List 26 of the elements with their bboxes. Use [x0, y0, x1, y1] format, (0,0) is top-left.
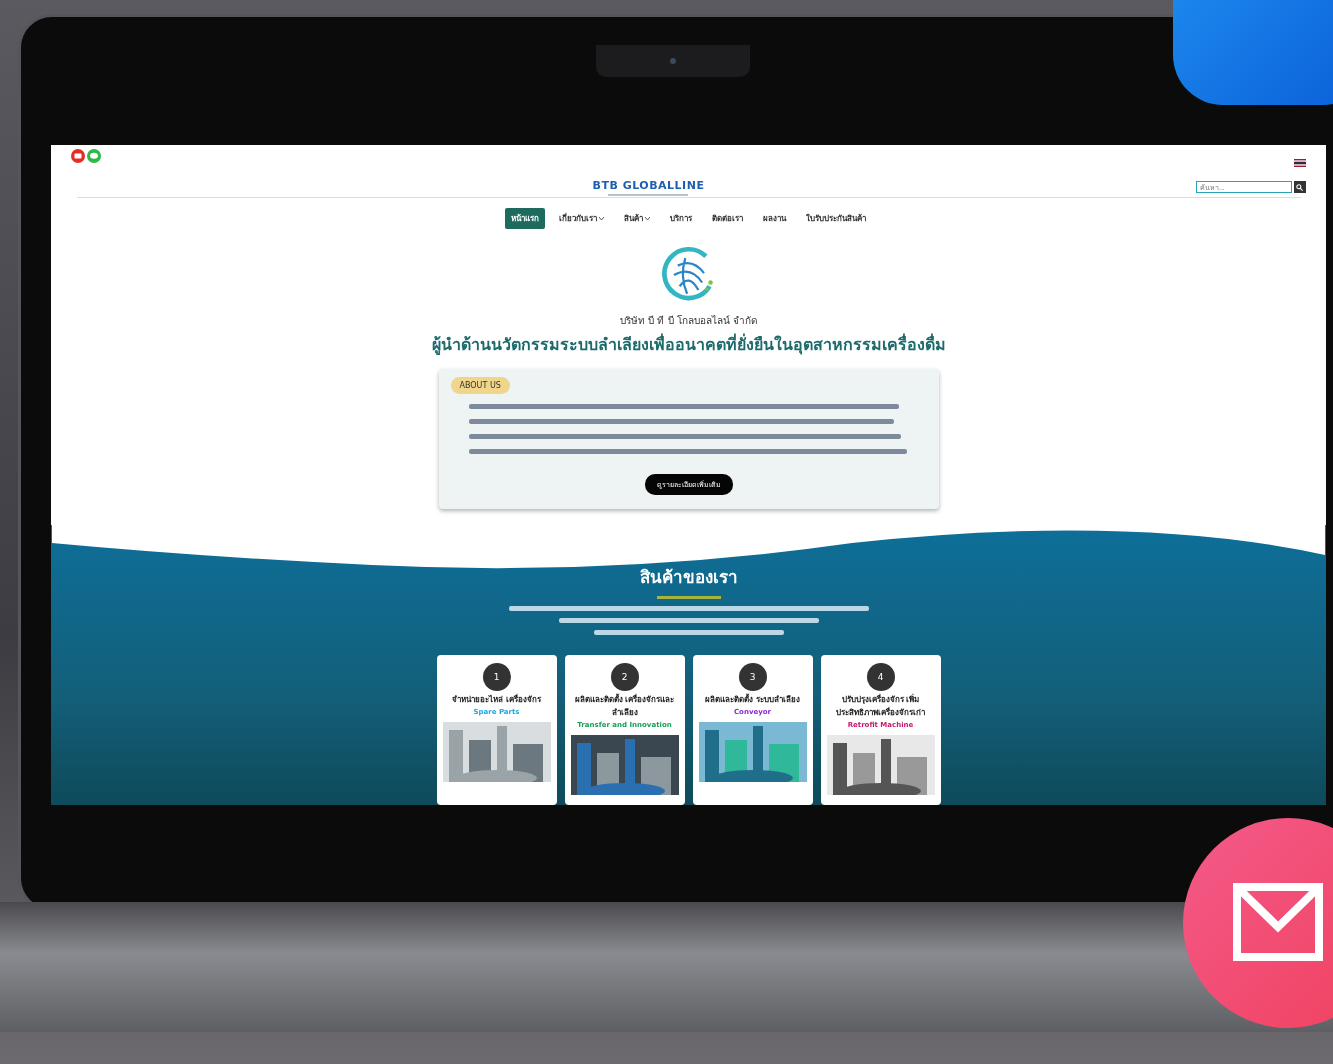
step-number: 1 [482, 663, 511, 691]
about-badge: ABOUT US [450, 377, 510, 394]
step-number: 3 [738, 663, 767, 691]
product-title: ผลิตและติดตั้ง ระบบลำเลียง [705, 693, 800, 706]
nav-link[interactable]: บริการ [664, 208, 698, 229]
nav-link[interactable]: สินค้า [618, 208, 656, 229]
site-logo[interactable]: BTB GLOBALLINE [592, 179, 705, 192]
flag-icon[interactable] [1294, 159, 1306, 167]
nav-link[interactable]: ติดต่อเรา [706, 208, 749, 229]
product-title: ปรับปรุงเครื่องจักร เพิ่มประสิทธิภาพเครื่องจักรเก่า [835, 693, 926, 719]
nav-link[interactable]: ใบรับประกันสินค้า [800, 208, 872, 229]
nav-link[interactable]: เกี่ยวกับเรา [553, 208, 610, 229]
chat-icon [87, 149, 101, 163]
title-underline [656, 596, 721, 599]
search-button[interactable] [1294, 181, 1306, 193]
product-title: จำหน่ายอะไหล่ เครื่องจักร [452, 693, 541, 706]
product-title: ผลิตและติดตั้ง เครื่องจักรและลำเลียง [573, 693, 676, 719]
step-number: 2 [610, 663, 639, 691]
section-title: สินค้าของเรา [639, 566, 738, 589]
nav-link[interactable]: ผลงาน [757, 208, 792, 229]
video-icon [71, 149, 85, 163]
company-name: บริษัท บี ที บี โกลบอลไลน์ จำกัด [620, 314, 757, 328]
headline: ผู้นำด้านนวัตกรรมระบบลำเลียงเพื่ออนาคตที่ยั่งยืนในอุตสาหกรรมเครื่องดื่ม [431, 332, 946, 357]
step-number: 4 [866, 663, 895, 691]
nav-link[interactable]: หน้าแรก [505, 208, 545, 229]
mail-icon [1233, 883, 1323, 963]
